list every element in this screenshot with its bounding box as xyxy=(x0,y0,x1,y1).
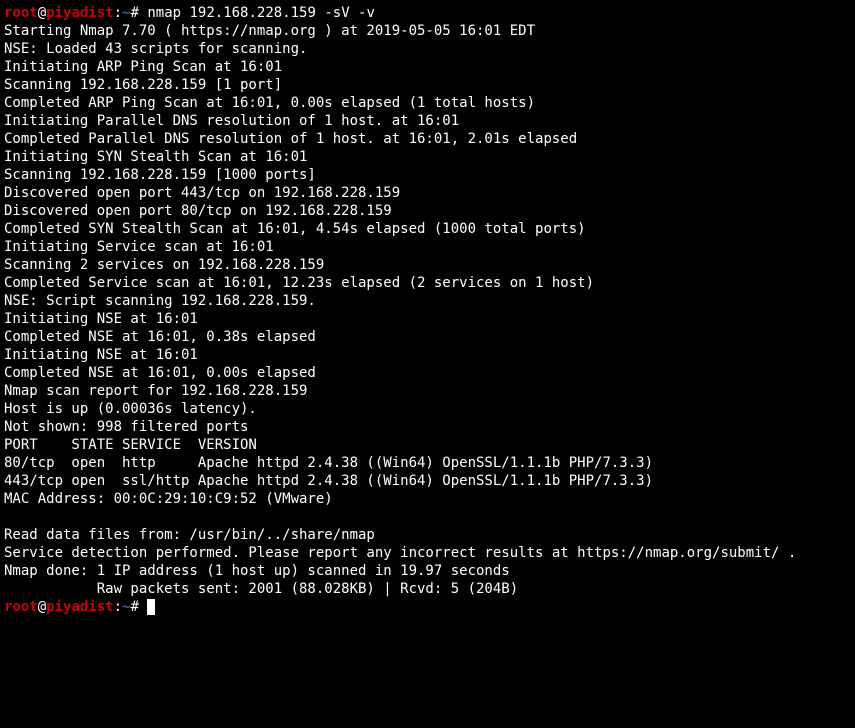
prompt-colon: : xyxy=(114,599,122,615)
output-line: Initiating NSE at 16:01 xyxy=(4,347,198,363)
output-line: Discovered open port 80/tcp on 192.168.2… xyxy=(4,203,392,219)
output-line: Completed NSE at 16:01, 0.00s elapsed xyxy=(4,365,316,381)
command-input[interactable]: nmap 192.168.228.159 -sV -v xyxy=(147,5,375,21)
output-line: PORT STATE SERVICE VERSION xyxy=(4,437,257,453)
output-line: Raw packets sent: 2001 (88.028KB) | Rcvd… xyxy=(4,581,518,597)
prompt-host: piyadist xyxy=(46,5,113,21)
output-line: Scanning 192.168.228.159 [1 port] xyxy=(4,77,282,93)
output-line: Completed Parallel DNS resolution of 1 h… xyxy=(4,131,577,147)
prompt-symbol: # xyxy=(130,599,138,615)
output-line: Initiating NSE at 16:01 xyxy=(4,311,198,327)
output-line: Host is up (0.00036s latency). xyxy=(4,401,257,417)
output-line: Nmap done: 1 IP address (1 host up) scan… xyxy=(4,563,510,579)
prompt-colon: : xyxy=(114,5,122,21)
output-line: Completed ARP Ping Scan at 16:01, 0.00s … xyxy=(4,95,535,111)
output-line: NSE: Script scanning 192.168.228.159. xyxy=(4,293,316,309)
output-line: Initiating ARP Ping Scan at 16:01 xyxy=(4,59,282,75)
output-line: MAC Address: 00:0C:29:10:C9:52 (VMware) xyxy=(4,491,333,507)
output-line: Scanning 192.168.228.159 [1000 ports] xyxy=(4,167,316,183)
cursor[interactable] xyxy=(147,599,155,615)
output-line: Completed Service scan at 16:01, 12.23s … xyxy=(4,275,594,291)
output-line: Not shown: 998 filtered ports xyxy=(4,419,248,435)
output-line: Initiating SYN Stealth Scan at 16:01 xyxy=(4,149,307,165)
prompt-user: root xyxy=(4,5,38,21)
output-line: Service detection performed. Please repo… xyxy=(4,545,796,561)
output-line: Initiating Service scan at 16:01 xyxy=(4,239,274,255)
output-line: Starting Nmap 7.70 ( https://nmap.org ) … xyxy=(4,23,535,39)
prompt-symbol: # xyxy=(130,5,138,21)
output-line: 80/tcp open http Apache httpd 2.4.38 ((W… xyxy=(4,455,653,471)
output-line: Scanning 2 services on 192.168.228.159 xyxy=(4,257,324,273)
output-line: Completed SYN Stealth Scan at 16:01, 4.5… xyxy=(4,221,586,237)
output-line: Initiating Parallel DNS resolution of 1 … xyxy=(4,113,459,129)
prompt-host: piyadist xyxy=(46,599,113,615)
prompt-user: root xyxy=(4,599,38,615)
output-line: Read data files from: /usr/bin/../share/… xyxy=(4,527,375,543)
output-line: NSE: Loaded 43 scripts for scanning. xyxy=(4,41,307,57)
output-line: Completed NSE at 16:01, 0.38s elapsed xyxy=(4,329,316,345)
output-line: Discovered open port 443/tcp on 192.168.… xyxy=(4,185,400,201)
prompt-at: @ xyxy=(38,599,46,615)
output-line: Nmap scan report for 192.168.228.159 xyxy=(4,383,307,399)
output-line: 443/tcp open ssl/http Apache httpd 2.4.3… xyxy=(4,473,653,489)
prompt-at: @ xyxy=(38,5,46,21)
